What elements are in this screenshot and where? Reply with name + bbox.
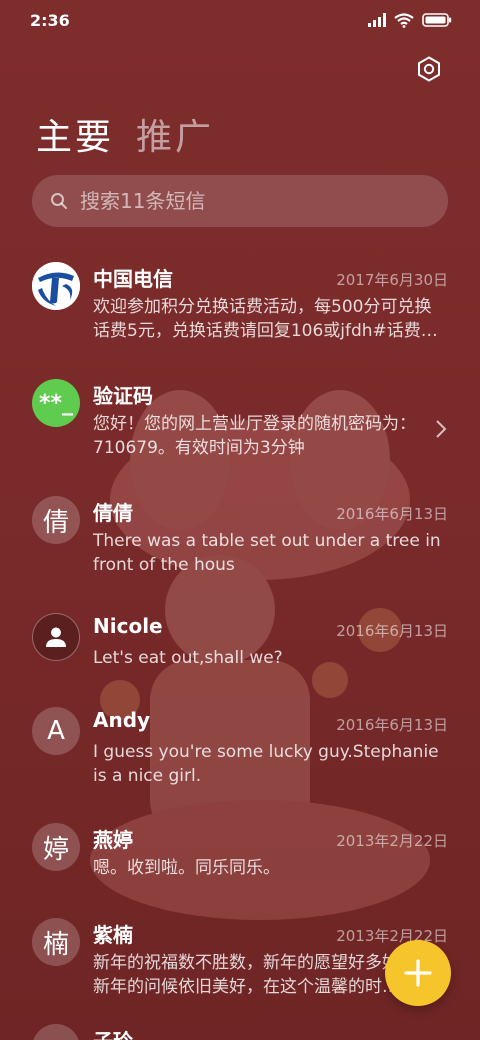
status-bar: 2:36 [0, 0, 480, 40]
avatar: 楠 [32, 918, 80, 966]
screen: 2:36 主要 推广 搜索11条短信 中国电信 2017年6月30日 欢迎参加积… [0, 0, 480, 1040]
avatar: 婷 [32, 823, 80, 871]
contact-name: Nicole [93, 614, 163, 638]
contact-name: 倩倩 [93, 501, 133, 525]
conversation-item[interactable]: A Andy 2016年6月13日 I guess you're some lu… [0, 703, 480, 811]
avatar-initials: 倩 [42, 507, 69, 538]
avatar [32, 613, 80, 661]
conversation-item[interactable]: 倩 倩倩 2016年6月13日 There was a table set ou… [0, 492, 480, 609]
plus-icon [404, 959, 432, 987]
search-icon [51, 193, 67, 209]
avatar-initials: A [47, 716, 65, 746]
search-input[interactable] [80, 189, 420, 213]
wifi-icon [394, 12, 414, 28]
china-telecom-logo-icon [32, 262, 80, 310]
status-icons [368, 12, 452, 28]
conversation-list: 中国电信 2017年6月30日 欢迎参加积分兑换话费活动，每500分可兑换话费5… [0, 258, 480, 1040]
message-preview: 欢迎参加积分兑换话费活动，每500分可兑换话费5元，兑换话费请回复106或jfd… [93, 297, 438, 341]
message-preview: 嗯。收到啦。同乐同乐。 [93, 858, 280, 878]
message-date: 2016年6月13日 [336, 716, 448, 734]
tab-primary[interactable]: 主要 [36, 108, 114, 160]
contact-name: Andy [93, 708, 151, 732]
tab-promotions[interactable]: 推广 [136, 108, 214, 160]
avatar: 倩 [32, 496, 80, 544]
message-date: 2013年2月22日 [336, 832, 448, 850]
category-tabs: 主要 推广 [36, 108, 214, 160]
message-preview: 您好！您的网上营业厅登录的随机密码为：710679。有效时间为3分钟 [93, 414, 416, 458]
avatar-initials: 楠 [42, 929, 69, 960]
avatar-initials: **_ [38, 390, 73, 416]
conversation-item[interactable]: 中国电信 2017年6月30日 欢迎参加积分兑换话费活动，每500分可兑换话费5… [0, 258, 480, 375]
contact-name: 燕婷 [93, 828, 133, 852]
avatar: A [32, 707, 80, 755]
avatar [32, 1024, 80, 1040]
message-preview: Let's eat out,shall we? [93, 648, 283, 668]
message-preview: There was a table set out under a tree i… [93, 531, 441, 575]
conversation-item[interactable]: **_ 验证码 您好！您的网上营业厅登录的随机密码为：710679。有效时间为3… [0, 375, 480, 492]
message-date: 2016年6月13日 [336, 505, 448, 523]
search-bar[interactable] [32, 175, 448, 227]
conversation-item[interactable]: 婷 燕婷 2013年2月22日 嗯。收到啦。同乐同乐。 [0, 819, 480, 914]
contact-name: 验证码 [93, 384, 153, 408]
message-date: 2016年6月13日 [336, 622, 448, 640]
new-message-button[interactable] [385, 940, 451, 1006]
chevron-right-icon[interactable] [434, 418, 448, 440]
battery-icon [422, 13, 452, 27]
settings-gear-icon[interactable] [416, 56, 442, 82]
avatar-initials: 婷 [42, 834, 69, 865]
contact-name: 紫楠 [93, 923, 133, 947]
signal-icon [368, 13, 386, 27]
message-date: 2017年6月30日 [336, 271, 448, 289]
contact-name: 子玲 [93, 1025, 133, 1040]
contact-name: 中国电信 [93, 267, 173, 291]
person-icon [46, 627, 66, 647]
avatar: **_ [32, 379, 80, 427]
avatar [32, 262, 80, 310]
status-time: 2:36 [30, 10, 70, 30]
message-preview: I guess you're some lucky guy.Stephanie … [93, 742, 439, 786]
conversation-item[interactable]: 子玲 [0, 1020, 480, 1040]
